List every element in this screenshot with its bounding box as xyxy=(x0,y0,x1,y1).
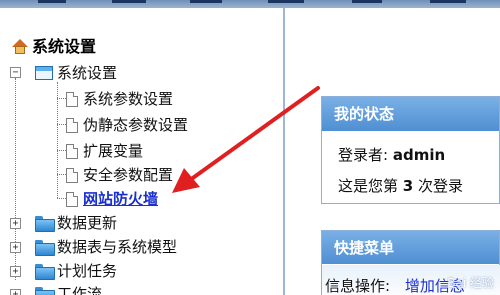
tree-line xyxy=(57,150,66,151)
tree-item-security-config[interactable]: 安全参数配置 xyxy=(66,166,173,184)
tree-line xyxy=(57,82,58,198)
status-card-title: 我的状态 xyxy=(322,97,499,131)
expand-toggle[interactable]: + xyxy=(10,266,21,277)
tree-group-data-update[interactable]: 数据更新 xyxy=(35,214,117,232)
tree-item-system-params[interactable]: 系统参数设置 xyxy=(66,90,173,108)
tab-edge xyxy=(190,0,222,3)
login-user-line: 登录者: admin xyxy=(338,144,445,165)
folder-icon xyxy=(35,287,55,295)
tree-line xyxy=(57,98,66,99)
status-card-body: 登录者: admin 这是您第 3 次登录 xyxy=(322,131,499,203)
tree-item-label: 扩展变量 xyxy=(83,142,144,160)
expand-toggle[interactable]: + xyxy=(10,242,21,253)
tab-edge xyxy=(268,0,304,3)
expand-toggle[interactable]: + xyxy=(10,289,21,295)
tree-group-label: 计划任务 xyxy=(57,262,118,280)
tree-item-extended-vars[interactable]: 扩展变量 xyxy=(66,142,143,160)
tab-edge xyxy=(38,0,66,3)
visit-count: 3 xyxy=(402,177,414,195)
collapse-toggle[interactable]: − xyxy=(10,67,21,78)
tree-item-label: 网站防火墙 xyxy=(83,190,159,208)
tree-item-label: 系统参数设置 xyxy=(83,90,174,108)
tree-line xyxy=(57,174,66,175)
tab-edge xyxy=(430,0,466,3)
folder-icon xyxy=(35,264,55,280)
info-ops-label: 信息操作: xyxy=(325,277,391,295)
page-icon xyxy=(66,91,78,107)
tree-line xyxy=(57,198,66,199)
tree-root-label: 系统设置 xyxy=(32,37,97,56)
tree-item-firewall[interactable]: 网站防火墙 xyxy=(66,190,158,208)
tree-root[interactable]: 系统设置 xyxy=(12,38,96,56)
tree-group-label: 数据表与系统模型 xyxy=(57,238,178,256)
tree-group-system-settings[interactable]: 系统设置 xyxy=(35,64,117,82)
page-icon xyxy=(66,167,78,183)
visit-count-line: 这是您第 3 次登录 xyxy=(338,175,463,196)
watermark: Bai 经验 xyxy=(447,276,494,290)
tree-group-workflow[interactable]: 工作流 xyxy=(35,285,102,295)
tree-group-scheduled-tasks[interactable]: 计划任务 xyxy=(35,262,117,280)
tab-edge xyxy=(352,0,382,3)
window-icon xyxy=(35,66,53,80)
tree-group-label: 工作流 xyxy=(57,285,103,295)
tree-item-label: 安全参数配置 xyxy=(83,166,174,184)
expand-toggle[interactable]: + xyxy=(10,218,21,229)
login-prefix: 登录者: xyxy=(338,146,389,164)
page-icon xyxy=(66,143,78,159)
quick-menu-title: 快捷菜单 xyxy=(322,231,499,265)
info-ops-line: 信息操作: 增加信息 xyxy=(325,275,465,295)
visit-suffix: 次登录 xyxy=(418,177,464,195)
folder-icon xyxy=(35,216,55,232)
home-icon xyxy=(12,39,29,55)
tab-edge xyxy=(112,0,146,3)
login-username: admin xyxy=(392,146,446,164)
folder-icon xyxy=(35,240,55,256)
main-panel: 我的状态 登录者: admin 这是您第 3 次登录 快捷菜单 信息操作: 增加… xyxy=(285,8,500,295)
tree-item-pseudo-static[interactable]: 伪静态参数设置 xyxy=(66,116,188,134)
tree-group-label: 数据更新 xyxy=(57,214,118,232)
status-card: 我的状态 登录者: admin 这是您第 3 次登录 xyxy=(321,96,500,204)
page-icon xyxy=(66,117,78,133)
tree-group-label: 系统设置 xyxy=(57,64,118,82)
tree-line xyxy=(57,124,66,125)
top-tab-strip xyxy=(0,0,500,8)
tree-group-data-tables[interactable]: 数据表与系统模型 xyxy=(35,238,177,256)
tree-item-label: 伪静态参数设置 xyxy=(83,116,189,134)
page-icon xyxy=(66,191,78,207)
visit-prefix: 这是您第 xyxy=(338,177,399,195)
